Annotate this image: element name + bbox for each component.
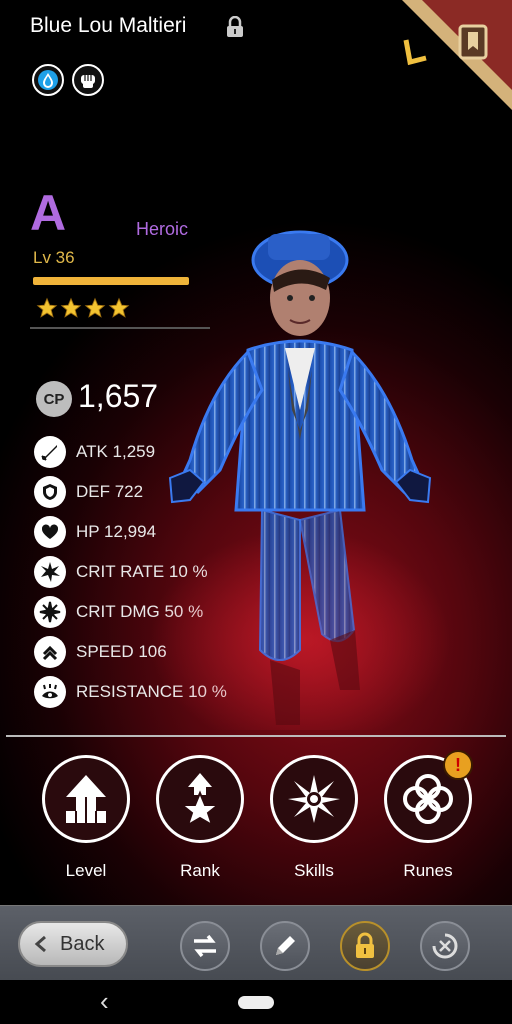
star-rating [36,297,130,319]
action-buttons: Level Rank Skills ! Runes [0,750,512,895]
element-badges [32,64,104,96]
padlock-icon[interactable] [225,16,245,38]
crit-rate-icon [34,556,66,588]
cp-icon: CP [36,381,72,417]
bottom-toolbar: Back [0,905,512,980]
stat-atk: ATK 1,259 [76,442,156,461]
star-icon [108,297,130,318]
back-button[interactable]: Back [18,921,128,967]
crit-dmg-icon [34,596,66,628]
stat-def: DEF 722 [76,482,144,501]
pencil-icon[interactable] [260,921,310,971]
hero-detail-screen: Blue Lou Maltieri A Heroic Lv 36 CP 1,65… [0,0,512,905]
star-icon [60,297,82,318]
nav-home-pill[interactable] [238,996,274,1009]
runes-label: Runes [403,861,453,880]
section-divider [6,735,506,737]
book-icon[interactable] [392,0,512,120]
nav-back-icon[interactable]: ‹ [100,986,109,1017]
skills-button[interactable]: Skills [266,755,362,881]
water-drop-icon [32,64,64,96]
recycle-icon[interactable] [420,921,470,971]
lock-icon[interactable] [340,921,390,971]
skills-label: Skills [294,861,334,880]
runes-button[interactable]: ! Runes [380,750,476,881]
level-label: Lv 36 [33,248,75,267]
resistance-icon [34,676,66,708]
skills-burst-icon[interactable] [270,755,358,843]
sword-icon [34,436,66,468]
shield-icon [34,476,66,508]
back-label: Back [60,932,105,955]
fist-icon [72,64,104,96]
star-icon [84,297,106,318]
speed-icon [34,636,66,668]
rank-label: Rank [180,861,220,880]
level-button[interactable]: Level [38,755,134,881]
level-label: Level [65,861,107,880]
cp-value: 1,657 [78,378,159,414]
swap-icon[interactable] [180,921,230,971]
runes-knot-icon[interactable]: ! [384,750,473,843]
chevron-left-icon [34,935,46,953]
alert-badge: ! [443,750,473,780]
level-up-arrow-icon[interactable] [42,755,130,843]
star-icon [36,297,58,318]
hero-character-figure [150,230,450,730]
stat-hp: HP 12,994 [76,522,157,541]
rank-button[interactable]: Rank [152,755,248,881]
grade-letter: A [30,185,67,241]
system-navigation-bar: ‹ [0,980,512,1024]
rank-star-icon[interactable] [156,755,244,843]
hero-name: Blue Lou Maltieri [30,14,187,37]
heart-icon [34,516,66,548]
